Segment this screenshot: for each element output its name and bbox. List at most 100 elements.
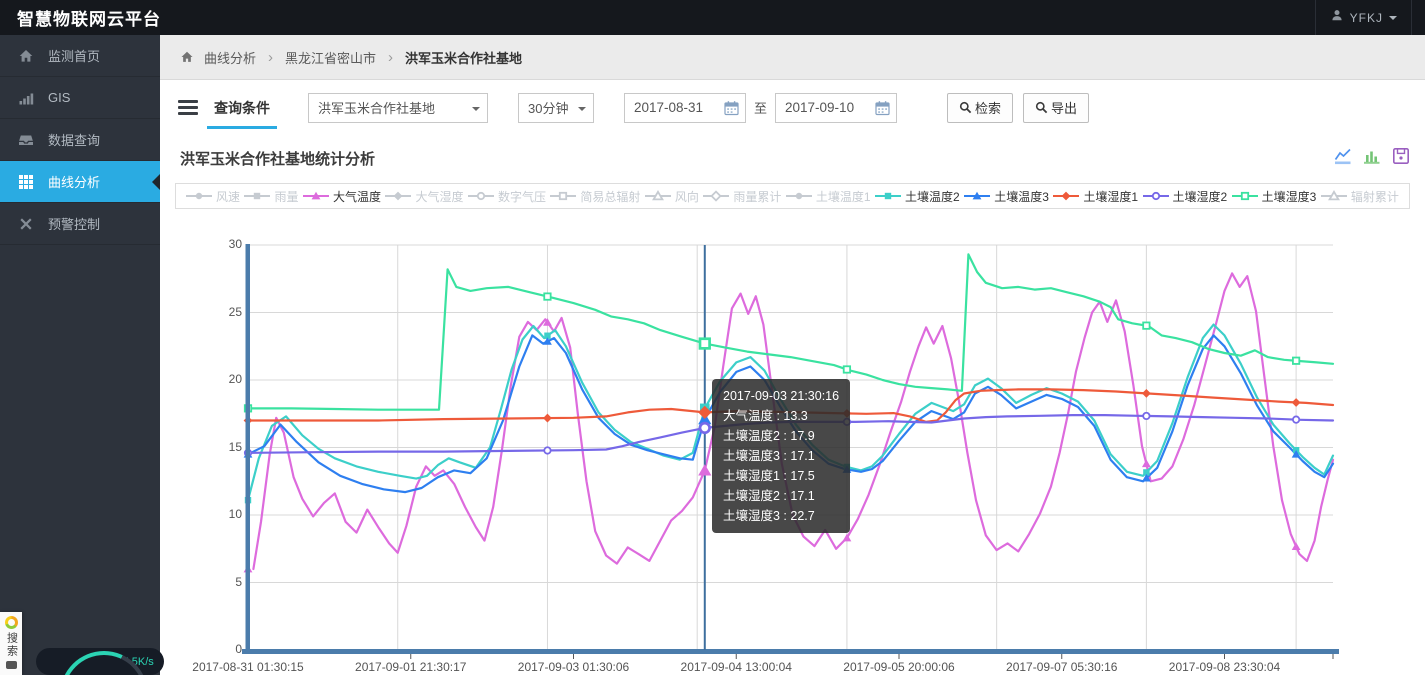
legend-item[interactable]: 辐射累计 xyxy=(1320,188,1399,205)
network-speed-widget[interactable]: ↑35.5K/s xyxy=(36,645,168,675)
search-button[interactable]: 检索 xyxy=(947,92,1014,123)
clipped-glyph xyxy=(5,661,17,669)
y-axis-label: 20 xyxy=(228,372,242,386)
legend-item[interactable]: 大气湿度 xyxy=(385,188,463,205)
y-axis-label: 15 xyxy=(228,439,242,454)
y-axis-label: 0 xyxy=(235,642,242,656)
y-axis-line xyxy=(245,244,250,652)
bar-chart-icon[interactable] xyxy=(1361,145,1383,167)
legend-marker xyxy=(964,191,991,200)
y-axis-label: 5 xyxy=(235,574,242,589)
legend-item[interactable]: 雨量累计 xyxy=(703,188,781,205)
legend-marker xyxy=(550,191,577,201)
breadcrumb-item[interactable]: 曲线分析 xyxy=(204,48,256,67)
legend-item[interactable]: 土壤温度3 xyxy=(964,188,1049,205)
x-axis-label: 2017-09-08 23:30:04 xyxy=(1168,660,1281,674)
menu-toggle-icon[interactable] xyxy=(178,97,198,118)
date-range-to-label: 至 xyxy=(754,101,768,116)
sidebar-item-gis[interactable]: GIS xyxy=(0,77,160,119)
save-image-icon[interactable] xyxy=(1390,145,1412,167)
x-axis-label: 2017-09-01 21:30:17 xyxy=(355,660,467,674)
home-icon xyxy=(19,49,33,62)
y-axis-label: 25 xyxy=(228,304,242,319)
grid-icon xyxy=(19,174,33,189)
legend-item[interactable]: 土壤湿度3 xyxy=(1231,188,1316,205)
line-chart-icon[interactable] xyxy=(1332,145,1354,167)
chevron-right-icon: › xyxy=(268,48,274,66)
sidebar: 监测首页 GIS 数据查询 曲线分析 预警控制 xyxy=(0,35,160,675)
legend-item[interactable]: 土壤温度2 xyxy=(875,188,960,205)
legend-label: 风向 xyxy=(674,189,699,204)
legend-item[interactable]: 简易总辐射 xyxy=(550,188,640,205)
legend-marker xyxy=(1142,191,1169,201)
sidebar-item-curve-analysis[interactable]: 曲线分析 xyxy=(0,161,160,203)
legend-label: 土壤湿度2 xyxy=(1172,189,1228,204)
search-icon xyxy=(1035,101,1048,114)
sidebar-item-data-query[interactable]: 数据查询 xyxy=(0,119,160,161)
search-sidebar-widget[interactable]: 搜索 xyxy=(0,612,22,675)
x-axis-label: 2017-09-03 01:30:06 xyxy=(517,660,630,674)
sidebar-item-monitor-home[interactable]: 监测首页 xyxy=(0,35,160,77)
legend-marker xyxy=(875,192,902,200)
legend-item[interactable]: 大气温度 xyxy=(302,188,381,205)
legend-marker xyxy=(186,192,212,200)
legend-marker xyxy=(1231,191,1258,201)
legend-item[interactable]: 数字气压 xyxy=(467,188,546,205)
legend-marker xyxy=(467,191,494,201)
legend-item[interactable]: 土壤湿度1 xyxy=(1053,188,1138,205)
legend-item[interactable]: 雨量 xyxy=(244,188,299,205)
legend-label: 土壤湿度1 xyxy=(1083,189,1139,204)
station-select[interactable]: 洪军玉米合作社基地 xyxy=(308,92,488,123)
calendar-icon[interactable] xyxy=(875,100,890,116)
chart-toolbox xyxy=(1332,145,1412,167)
legend-marker xyxy=(703,190,730,202)
search-logo-icon xyxy=(4,616,18,629)
export-button[interactable]: 导出 xyxy=(1023,92,1090,123)
tab-query-conditions[interactable]: 查询条件 xyxy=(207,80,277,135)
date-from-input[interactable]: 2017-08-31 xyxy=(624,92,746,123)
x-axis-label: 2017-09-05 20:00:06 xyxy=(843,660,955,674)
legend-label: 大气湿度 xyxy=(415,189,464,204)
chart-plot[interactable] xyxy=(242,244,1339,670)
chart-title: 洪军玉米合作社基地统计分析 xyxy=(180,151,376,168)
chart-header: 洪军玉米合作社基地统计分析 xyxy=(160,135,1425,183)
legend-marker xyxy=(302,191,329,200)
user-menu[interactable]: YFKJ xyxy=(1314,0,1412,35)
legend-label: 雨量 xyxy=(274,189,299,204)
sidebar-item-alert-control[interactable]: 预警控制 xyxy=(0,203,160,245)
inbox-icon xyxy=(19,135,33,145)
x-axis-label: 2017-09-07 05:30:16 xyxy=(1006,660,1118,674)
legend-item[interactable]: 风速 xyxy=(186,188,240,205)
legend-item[interactable]: 土壤湿度2 xyxy=(1142,188,1228,205)
legend-marker xyxy=(244,192,271,200)
legend-marker xyxy=(1053,191,1080,201)
cross-arrows-icon xyxy=(20,217,32,230)
legend-label: 简易总辐射 xyxy=(580,189,641,204)
breadcrumb-item-current: 洪军玉米合作社基地 xyxy=(405,50,523,66)
chevron-down-icon xyxy=(1389,15,1397,24)
legend-label: 土壤温度3 xyxy=(994,189,1049,204)
calendar-icon[interactable] xyxy=(724,100,739,116)
legend-item[interactable]: 土壤温度1 xyxy=(785,188,871,205)
series-line xyxy=(246,253,1335,411)
user-icon xyxy=(1330,8,1344,27)
main-content: 曲线分析 › 黑龙江省密山市 › 洪军玉米合作社基地 查询条件 洪军玉米合作社基… xyxy=(160,35,1425,675)
breadcrumb: 曲线分析 › 黑龙江省密山市 › 洪军玉米合作社基地 xyxy=(160,35,1425,80)
query-toolbar: 查询条件 洪军玉米合作社基地 30分钟 2017-08-31 至 2017-09… xyxy=(160,80,1425,135)
interval-select[interactable]: 30分钟 xyxy=(518,92,594,123)
y-axis-label: 30 xyxy=(228,237,242,251)
legend-label: 风速 xyxy=(216,189,241,204)
legend-label: 雨量累计 xyxy=(733,189,782,204)
user-name: YFKJ xyxy=(1349,10,1383,25)
breadcrumb-item[interactable]: 黑龙江省密山市 xyxy=(285,48,376,67)
app-title: 智慧物联网云平台 xyxy=(17,10,161,29)
chart-legend: 风速 雨量 大气温度 大气湿度 数字气压 简易总辐射 风向 雨量累计 土壤温度1 土壤温度2 土壤温… xyxy=(175,183,1410,209)
legend-item[interactable]: 风向 xyxy=(644,188,699,205)
date-to-input[interactable]: 2017-09-10 xyxy=(775,92,898,123)
x-axis-label: 2017-09-04 13:00:04 xyxy=(680,660,792,674)
legend-label: 辐射累计 xyxy=(1350,189,1399,204)
page: { "header": { "title": "智慧物联网云平台", "user… xyxy=(0,0,1425,675)
chart-area[interactable]: 0 5 10 15 20 25 30 2017-08-31 01:30:15 2017-09-… xyxy=(160,237,1425,675)
x-axis-label: 2017-08-31 01:30:15 xyxy=(192,660,304,674)
legend-marker xyxy=(785,192,812,200)
